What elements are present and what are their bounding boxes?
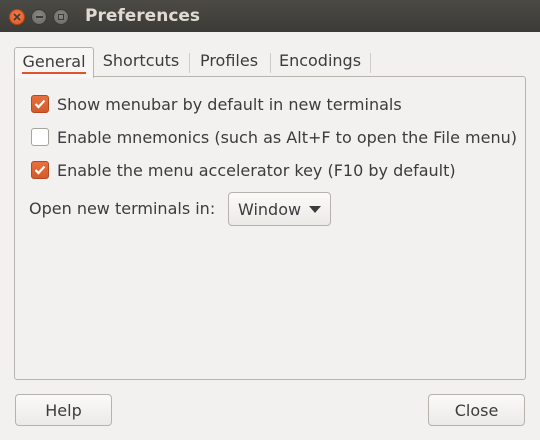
open-new-terminals-dropdown[interactable]: Window xyxy=(228,192,331,226)
minimize-icon[interactable] xyxy=(31,9,47,25)
tab-divider xyxy=(189,53,190,73)
help-button[interactable]: Help xyxy=(15,394,112,426)
tab-profiles[interactable]: Profiles xyxy=(191,47,267,77)
title-bar[interactable]: Preferences xyxy=(0,0,540,32)
tab-encodings[interactable]: Encodings xyxy=(272,47,368,77)
tab-shortcuts[interactable]: Shortcuts xyxy=(96,47,186,77)
option-label: Enable mnemonics (such as Alt+F to open … xyxy=(57,127,517,147)
checkbox-checked[interactable] xyxy=(31,161,49,179)
tab-general[interactable]: General xyxy=(14,47,94,78)
dropdown-value: Window xyxy=(238,199,302,219)
option-label: Show menubar by default in new terminals xyxy=(57,94,402,114)
open-new-terminals-label: Open new terminals in: xyxy=(29,199,216,218)
maximize-icon[interactable] xyxy=(53,9,69,25)
chevron-down-icon xyxy=(309,205,322,213)
tab-divider xyxy=(370,53,371,73)
tab-label: General xyxy=(22,52,86,74)
checkbox-unchecked[interactable] xyxy=(31,128,49,146)
checkbox-checked[interactable] xyxy=(31,95,49,113)
option-menu-accelerator[interactable]: Enable the menu accelerator key (F10 by … xyxy=(31,159,456,181)
tab-label: Profiles xyxy=(199,51,259,70)
option-enable-mnemonics[interactable]: Enable mnemonics (such as Alt+F to open … xyxy=(31,126,517,148)
tab-divider xyxy=(270,53,271,73)
window-title: Preferences xyxy=(85,6,201,26)
tab-label: Shortcuts xyxy=(102,51,180,70)
option-label: Enable the menu accelerator key (F10 by … xyxy=(57,160,456,180)
preferences-window: Preferences General Shortcuts Profiles E… xyxy=(0,0,540,440)
option-show-menubar[interactable]: Show menubar by default in new terminals xyxy=(31,93,402,115)
close-icon[interactable] xyxy=(9,9,25,25)
tab-label: Encodings xyxy=(278,51,362,70)
general-panel: Show menubar by default in new terminals… xyxy=(14,76,526,380)
close-button[interactable]: Close xyxy=(428,394,525,426)
